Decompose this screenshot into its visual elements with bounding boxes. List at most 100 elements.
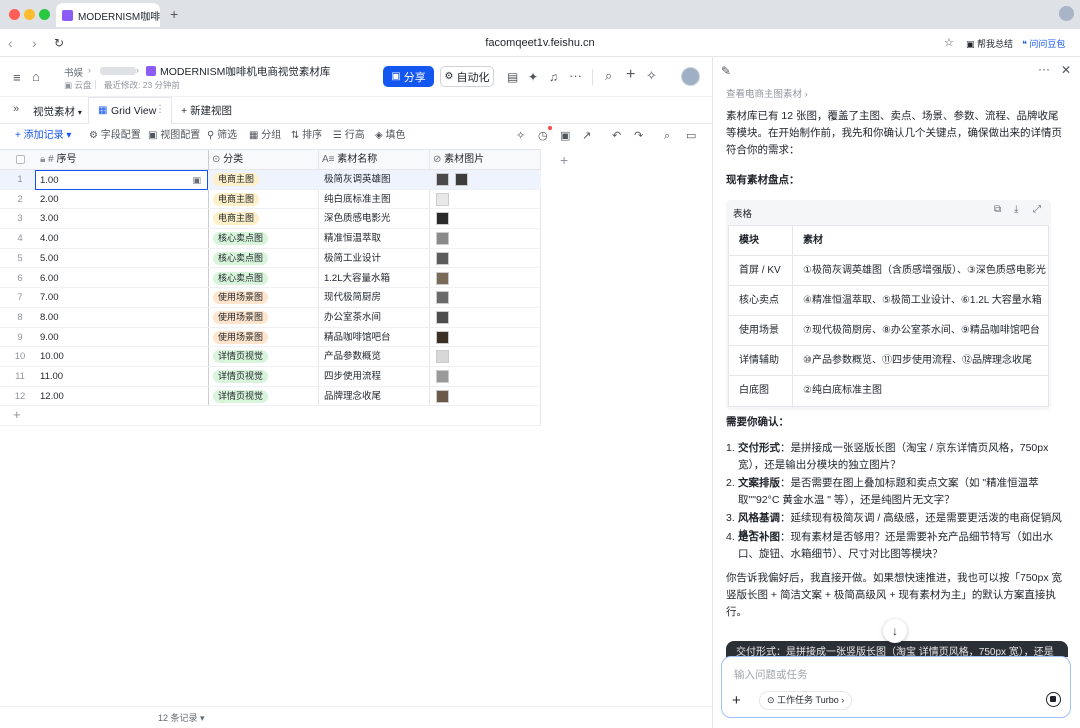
group-button[interactable]: ▦ 分组 (249, 124, 281, 148)
thumbnail-image[interactable] (436, 291, 449, 305)
seq-cell[interactable]: 1.00 ▣ (35, 170, 208, 190)
seq-cell[interactable]: 5.00 (40, 249, 160, 268)
table-row[interactable]: 2 2.00 电商主图 纯白底标准主图 (0, 190, 541, 210)
fill-color-button[interactable]: ◈ 填色 (375, 124, 405, 148)
thumbnail-image[interactable] (455, 173, 468, 186)
thumbnail-image[interactable] (436, 330, 449, 344)
home-icon[interactable]: ⌂ (32, 69, 40, 85)
table-row[interactable]: 9 9.00 使用场景图 精品咖啡馆吧台 (0, 328, 541, 348)
add-column-icon[interactable]: + (560, 150, 575, 170)
thumbnail-image[interactable] (436, 271, 449, 285)
profile-avatar[interactable] (1059, 6, 1074, 21)
name-cell[interactable]: 深色质感电影光 (324, 209, 391, 228)
breadcrumb-root[interactable]: 书娱 (64, 65, 83, 79)
copy-icon[interactable]: ⧉ (994, 204, 1001, 215)
seq-cell[interactable]: 4.00 (40, 229, 160, 248)
thumbnail-image[interactable] (436, 350, 449, 364)
category-cell[interactable]: 电商主图 (213, 170, 260, 189)
minimize-window-icon[interactable] (24, 9, 35, 20)
user-avatar[interactable] (681, 67, 700, 86)
table-row[interactable]: 8 8.00 使用场景图 办公室茶水间 (0, 308, 541, 328)
name-cell[interactable]: 精准恒温萃取 (324, 229, 381, 248)
seq-cell[interactable]: 7.00 (40, 288, 160, 307)
table-row[interactable]: 3 3.00 电商主图 深色质感电影光 (0, 209, 541, 230)
row-height-button[interactable]: ☰ 行高 (333, 124, 365, 148)
name-cell[interactable]: 现代极简厨房 (324, 288, 381, 307)
seq-cell[interactable]: 11.00 (40, 367, 160, 386)
category-cell[interactable]: 核心卖点图 (213, 269, 269, 288)
name-cell[interactable]: 产品参数概览 (324, 347, 381, 366)
timer-icon[interactable]: ◷ (538, 124, 548, 148)
url-field[interactable]: facomqeet1v.feishu.cn (0, 29, 1080, 57)
mode-selector[interactable]: ⊙ 工作任务 Turbo › (759, 691, 853, 710)
thumbnail-image[interactable] (436, 192, 449, 206)
share-button[interactable]: ▣ 分享 (383, 66, 434, 87)
category-cell[interactable]: 核心卖点图 (213, 229, 269, 248)
column-header-seq[interactable]: 🔒︎ # 序号 (40, 150, 76, 170)
table-row[interactable]: 12 12.00 详情页视觉 品牌理念收尾 (0, 387, 541, 407)
tab-grid-view[interactable]: ▦ Grid View ⋮ (88, 97, 172, 124)
name-cell[interactable]: 1.2L大容量水箱 (324, 269, 390, 288)
attach-add-icon[interactable]: + (732, 692, 741, 709)
comment-icon[interactable]: ▭ (686, 124, 696, 148)
expand-sidebar-icon[interactable]: » (13, 103, 19, 115)
name-cell[interactable]: 极简工业设计 (324, 249, 381, 268)
panel-more-icon[interactable]: ··· (1038, 62, 1050, 76)
seq-cell[interactable]: 10.00 (40, 347, 160, 366)
panel-close-icon[interactable]: ✕ (1061, 63, 1071, 77)
name-cell[interactable]: 办公室茶水间 (324, 308, 381, 327)
add-row-button[interactable]: + (0, 406, 541, 426)
thumbnail-image[interactable] (436, 310, 449, 324)
column-header-category[interactable]: ⊙ 分类 (212, 150, 243, 170)
category-cell[interactable]: 详情页视觉 (213, 387, 269, 406)
view-config-button[interactable]: ▣ 视图配置 (148, 124, 200, 148)
seq-cell[interactable]: 2.00 (40, 190, 160, 209)
table-selector[interactable]: 视觉素材 ▾ (33, 104, 82, 119)
table-row[interactable]: 5 5.00 核心卖点图 极简工业设计 (0, 249, 541, 269)
expand-record-icon[interactable]: ▣ (192, 171, 201, 190)
name-cell[interactable]: 纯白底标准主图 (324, 190, 391, 209)
add-icon[interactable]: + (626, 67, 635, 83)
document-icon[interactable]: ▤ (507, 69, 518, 85)
pin-icon[interactable]: ⌖ (304, 64, 309, 75)
table-row[interactable]: 4 4.00 核心卖点图 精准恒温萃取 (0, 229, 541, 249)
sidebar-toggle-icon[interactable]: ≡ (13, 70, 21, 86)
view-menu-icon[interactable]: ⋮ (155, 104, 165, 115)
select-all-checkbox[interactable] (16, 155, 25, 164)
redo-icon[interactable]: ↷ (634, 124, 643, 148)
automation-button[interactable]: ⚙ 自动化 (440, 66, 494, 87)
sort-button[interactable]: ⇅ 排序 (291, 124, 322, 148)
category-cell[interactable]: 核心卖点图 (213, 249, 269, 268)
source-link[interactable]: 查看电商主图素材 › (726, 86, 808, 100)
category-cell[interactable]: 详情页视觉 (213, 347, 269, 366)
maximize-window-icon[interactable] (39, 9, 50, 20)
undo-icon[interactable]: ↶ (612, 124, 621, 148)
more-icon[interactable]: ··· (569, 68, 582, 84)
share-link-icon[interactable]: ↗ (582, 124, 591, 148)
name-cell[interactable]: 精品咖啡馆吧台 (324, 328, 391, 347)
thumbnail-image[interactable] (436, 232, 449, 246)
name-cell[interactable]: 四步使用流程 (324, 367, 381, 386)
record-count[interactable]: 12 条记录 ▾ (158, 711, 205, 724)
expand-icon[interactable]: ⤢ (1033, 204, 1041, 215)
notification-icon[interactable]: ♫ (549, 69, 558, 85)
export-icon[interactable]: ▣ (560, 124, 570, 148)
add-record-button[interactable]: + 添加记录 ▾ (15, 124, 71, 148)
thumbnail-image[interactable] (436, 212, 449, 226)
seq-cell[interactable]: 12.00 (40, 387, 160, 406)
bookmark-star-icon[interactable]: ☆ (944, 36, 954, 49)
scroll-down-icon[interactable]: ↓ (883, 619, 907, 643)
seq-cell[interactable]: 6.00 (40, 269, 160, 288)
name-cell[interactable]: 极简灰调英雄图 (324, 170, 391, 189)
edit-icon[interactable]: ✎ (721, 64, 731, 78)
ask-doubao-button[interactable]: ❝ 问问豆包 (1022, 37, 1065, 50)
table-row[interactable]: 1 1.00 ▣ 电商主图 极简灰调英雄图 (0, 170, 541, 190)
summarize-button[interactable]: ▣ 帮我总结 (966, 37, 1013, 50)
browser-tab[interactable]: MODERNISM咖啡机 × (56, 3, 160, 27)
table-row[interactable]: 11 11.00 详情页视觉 四步使用流程 (0, 367, 541, 387)
column-header-name[interactable]: A≡ 素材名称 (322, 150, 377, 170)
field-config-button[interactable]: ⚙ 字段配置 (89, 124, 141, 148)
table-row[interactable]: 7 7.00 使用场景图 现代极简厨房 (0, 288, 541, 308)
new-view-button[interactable]: + 新建视图 (181, 103, 232, 118)
category-cell[interactable]: 使用场景图 (213, 328, 269, 347)
